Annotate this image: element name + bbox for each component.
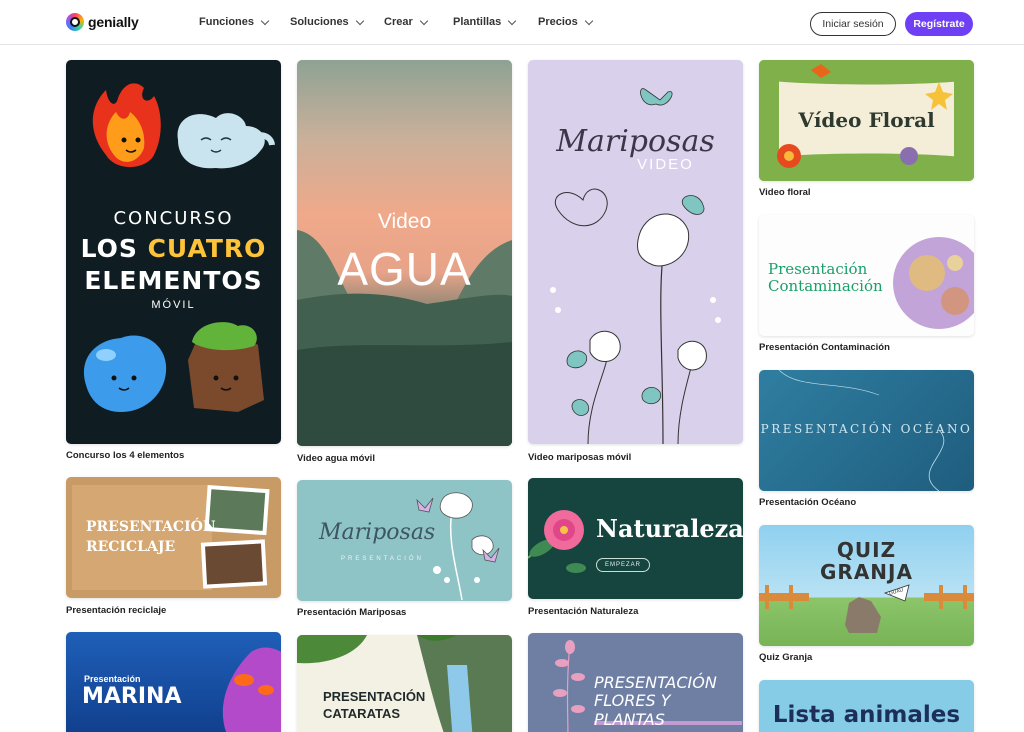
card-caption[interactable]: Concurso los 4 elementos xyxy=(66,450,184,461)
card-title-line1: Vídeo Floral xyxy=(798,108,935,132)
chevron-down-icon xyxy=(419,16,428,25)
chevron-down-icon xyxy=(260,16,270,25)
brand-name: genially xyxy=(88,14,139,30)
template-card-video-agua[interactable]: Video AGUA xyxy=(297,60,512,446)
template-card-marina[interactable]: Presentación MARINA xyxy=(66,632,281,732)
chevron-down-icon xyxy=(508,16,517,25)
nav-precios[interactable]: Precios xyxy=(538,16,593,28)
card-title-line1: Naturaleza xyxy=(596,514,743,543)
main-nav: Funciones Soluciones Crear Plantillas Pr… xyxy=(199,16,593,28)
card-title-line1: Lista animales xyxy=(772,702,961,728)
cardboard-photos-illustration xyxy=(72,484,270,590)
template-card-cataratas[interactable]: PRESENTACIÓN CATARATAS xyxy=(297,635,512,732)
template-card-reciclaje[interactable]: PRESENTACIÓN RECICLAJE xyxy=(66,477,281,598)
card-caption[interactable]: Presentación reciclaje xyxy=(66,605,166,616)
card-title-word-los: LOS xyxy=(80,234,148,263)
card-title-line1: PRESENTACIÓN xyxy=(594,673,717,692)
card-title-line1: Mariposas xyxy=(556,124,715,159)
nav-soluciones[interactable]: Soluciones xyxy=(290,16,384,28)
start-button[interactable]: EMPEZAR xyxy=(596,558,650,572)
card-title-line1: Presentación xyxy=(84,674,141,684)
card-title-line1: Mariposas xyxy=(319,520,436,545)
nav-precios-label: Precios xyxy=(538,16,578,28)
card-title-line2: Contaminación xyxy=(768,277,883,295)
card-title-line2: GRANJA xyxy=(820,560,913,584)
card-caption[interactable]: Video agua móvil xyxy=(297,453,375,464)
template-card-quiz-granja[interactable]: QUIZ GRANJA GUAU xyxy=(759,525,974,646)
card-title-line2: AGUA xyxy=(337,243,472,295)
card-caption[interactable]: Presentación Naturaleza xyxy=(528,606,638,617)
butterflies-flowers-illustration xyxy=(550,88,721,444)
card-title-line1: QUIZ xyxy=(836,538,897,562)
card-title-line2: RECICLAJE xyxy=(86,539,176,555)
nav-soluciones-label: Soluciones xyxy=(290,16,349,28)
card-title-line2: LOS CUATRO xyxy=(66,234,281,263)
nav-plantillas-label: Plantillas xyxy=(453,16,502,28)
card-caption[interactable]: Video floral xyxy=(759,187,811,198)
chevron-down-icon xyxy=(584,16,593,25)
card-title-line1: Presentación xyxy=(768,260,868,278)
card-caption[interactable]: Presentación Contaminación xyxy=(759,342,890,353)
genially-logo-icon xyxy=(66,13,84,31)
template-card-lista-animales[interactable]: Lista animales xyxy=(759,680,974,732)
card-caption[interactable]: Presentación Océano xyxy=(759,497,856,508)
card-title-line1: CONCURSO xyxy=(113,208,234,229)
template-card-concurso-elementos[interactable]: CONCURSO LOS CUATRO ELEMENTOS MÓVIL xyxy=(66,60,281,444)
chevron-down-icon xyxy=(355,16,364,25)
card-title-line2: FLORES Y PLANTAS xyxy=(594,691,671,729)
nav-funciones[interactable]: Funciones xyxy=(199,16,290,28)
card-title-line4: MÓVIL xyxy=(151,299,196,311)
card-title-line1: PRESENTACIÓN xyxy=(86,519,216,535)
template-card-oceano[interactable]: PRESENTACIÓN OCÉANO xyxy=(759,370,974,491)
login-button[interactable]: Iniciar sesión xyxy=(810,12,896,36)
card-title-line3: ELEMENTOS xyxy=(84,266,263,295)
nav-crear-label: Crear xyxy=(384,16,413,28)
card-caption[interactable]: Quiz Granja xyxy=(759,652,812,663)
template-card-contaminacion[interactable]: Presentación Contaminación xyxy=(759,215,974,336)
card-title-line2: PRESENTACIÓN xyxy=(341,556,424,562)
card-title-line1: Video xyxy=(377,210,432,233)
template-card-flores-plantas[interactable]: PRESENTACIÓN FLORES Y PLANTAS xyxy=(528,633,743,732)
template-card-naturaleza[interactable]: Naturaleza EMPEZAR xyxy=(528,478,743,599)
nav-funciones-label: Funciones xyxy=(199,16,255,28)
card-title-word-cuatro: CUATRO xyxy=(147,234,267,263)
template-card-video-mariposas[interactable]: Mariposas VIDEO xyxy=(528,60,743,444)
signup-button[interactable]: Regístrate xyxy=(905,12,973,36)
top-navbar: genially Funciones Soluciones Crear Plan… xyxy=(0,0,1024,45)
template-card-video-floral[interactable]: Vídeo Floral xyxy=(759,60,974,181)
nav-plantillas[interactable]: Plantillas xyxy=(453,16,538,28)
card-title-line2: CATARATAS xyxy=(323,706,401,721)
card-title-line2: VIDEO xyxy=(637,156,694,173)
genially-logo[interactable]: genially xyxy=(66,13,139,31)
card-caption[interactable]: Presentación Mariposas xyxy=(297,607,406,618)
card-title-line1: PRESENTACIÓN OCÉANO xyxy=(760,422,973,436)
nav-crear[interactable]: Crear xyxy=(384,16,453,28)
card-caption[interactable]: Video mariposas móvil xyxy=(528,452,631,463)
card-title-line2: MARINA xyxy=(82,684,182,709)
template-card-mariposas-presentacion[interactable]: Mariposas PRESENTACIÓN xyxy=(297,480,512,601)
card-title-line1: PRESENTACIÓN xyxy=(323,689,426,704)
